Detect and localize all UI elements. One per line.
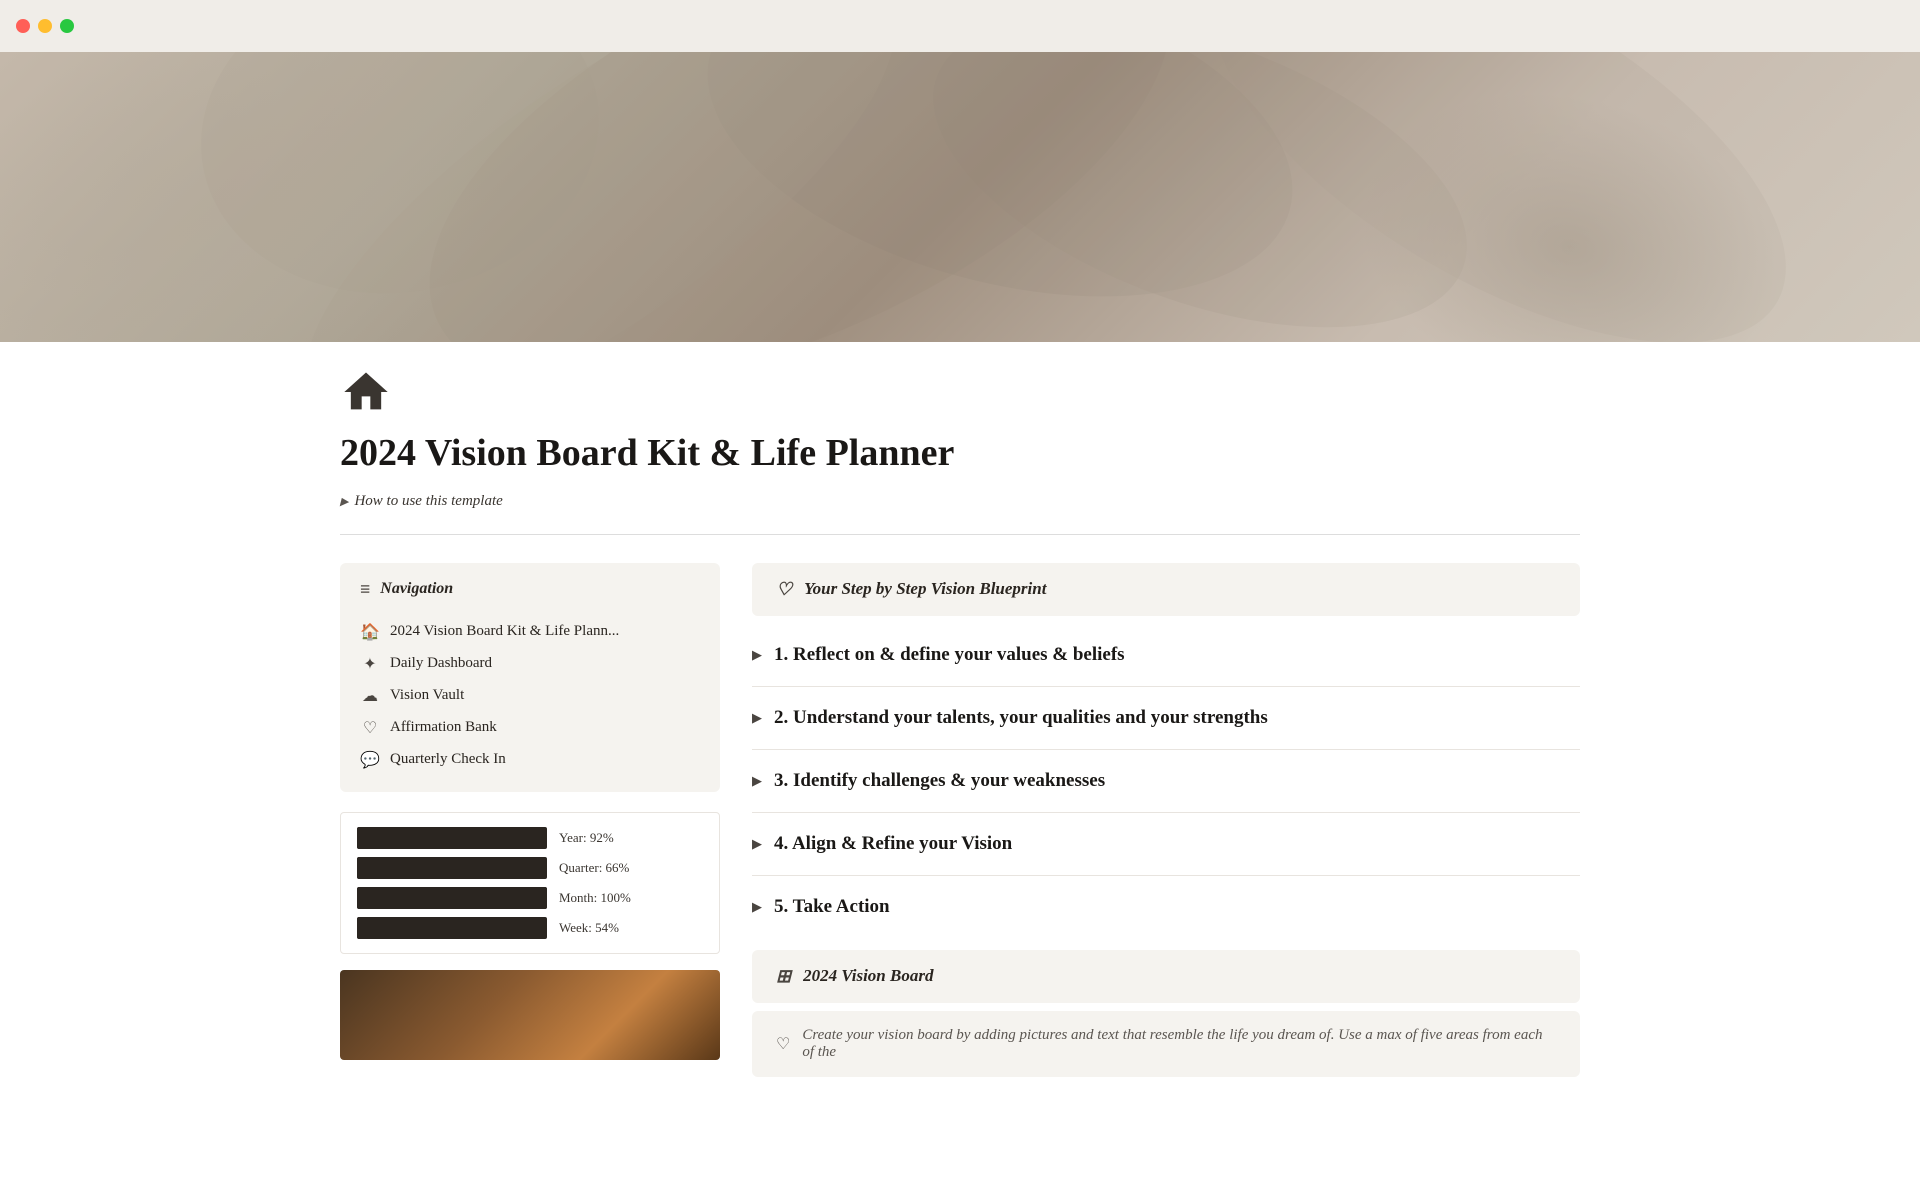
- home-icon: [340, 366, 392, 418]
- progress-row-year: Year: 92%: [357, 827, 703, 849]
- template-toggle-label: How to use this template: [354, 493, 502, 510]
- nav-affirmation-icon: ♡: [360, 718, 380, 738]
- blueprint-item-4[interactable]: ▶ 4. Align & Refine your Vision: [752, 813, 1580, 876]
- item-arrow-3: ▶: [752, 773, 762, 789]
- blueprint-item-label-4: 4. Align & Refine your Vision: [774, 833, 1012, 855]
- progress-row-month: Month: 100%: [357, 887, 703, 909]
- minimize-button[interactable]: [38, 19, 52, 33]
- nav-home-icon: 🏠: [360, 622, 380, 642]
- nav-menu-icon: ≡: [360, 579, 370, 600]
- blueprint-heart-icon: ♡: [776, 579, 792, 600]
- progress-row-week: Week: 54%: [357, 917, 703, 939]
- progress-fill-year: [357, 827, 532, 849]
- item-arrow-5: ▶: [752, 899, 762, 915]
- navigation-panel: ≡ Navigation 🏠 2024 Vision Board Kit & L…: [340, 563, 720, 792]
- page-title: 2024 Vision Board Kit & Life Planner: [340, 431, 1580, 477]
- nav-item-affirmation[interactable]: ♡ Affirmation Bank: [360, 712, 700, 744]
- blueprint-item-1[interactable]: ▶ 1. Reflect on & define your values & b…: [752, 624, 1580, 687]
- toggle-arrow: ▶: [340, 495, 348, 508]
- blueprint-item-3[interactable]: ▶ 3. Identify challenges & your weakness…: [752, 750, 1580, 813]
- nav-item-label-0: 2024 Vision Board Kit & Life Plann...: [390, 623, 619, 640]
- main-divider: [340, 534, 1580, 535]
- blueprint-item-label-1: 1. Reflect on & define your values & bel…: [774, 644, 1125, 666]
- item-arrow-1: ▶: [752, 647, 762, 663]
- blueprint-item-5[interactable]: ▶ 5. Take Action: [752, 876, 1580, 938]
- blueprint-header-text: Your Step by Step Vision Blueprint: [804, 579, 1046, 599]
- create-vision-card: ♡ Create your vision board by adding pic…: [752, 1011, 1580, 1077]
- progress-label-week: Week: 54%: [559, 920, 619, 936]
- nav-item-vault[interactable]: ☁ Vision Vault: [360, 680, 700, 712]
- blueprint-card-header: ♡ Your Step by Step Vision Blueprint: [776, 579, 1556, 600]
- nav-item-label-1: Daily Dashboard: [390, 655, 492, 672]
- vision-board-grid-icon: ⊞: [776, 966, 791, 987]
- two-column-layout: ≡ Navigation 🏠 2024 Vision Board Kit & L…: [340, 563, 1580, 1077]
- vision-board-card: ⊞ 2024 Vision Board: [752, 950, 1580, 1003]
- template-toggle[interactable]: ▶ How to use this template: [340, 493, 1580, 510]
- vision-board-title: 2024 Vision Board: [803, 966, 933, 986]
- progress-track-month: [357, 887, 547, 909]
- create-vision-icon: ♡: [776, 1034, 790, 1054]
- item-arrow-2: ▶: [752, 710, 762, 726]
- nav-item-daily[interactable]: ✦ Daily Dashboard: [360, 648, 700, 680]
- vision-board-header: ⊞ 2024 Vision Board: [776, 966, 1556, 987]
- nav-quarterly-icon: 💬: [360, 750, 380, 770]
- right-panel: ♡ Your Step by Step Vision Blueprint ▶ 1…: [752, 563, 1580, 1077]
- nav-item-quarterly[interactable]: 💬 Quarterly Check In: [360, 744, 700, 776]
- item-arrow-4: ▶: [752, 836, 762, 852]
- nav-daily-icon: ✦: [360, 654, 380, 674]
- create-vision-text: Create your vision board by adding pictu…: [802, 1027, 1556, 1061]
- progress-track-year: [357, 827, 547, 849]
- nav-header: ≡ Navigation: [360, 579, 700, 600]
- blueprint-item-label-5: 5. Take Action: [774, 896, 890, 918]
- progress-label-quarter: Quarter: 66%: [559, 860, 629, 876]
- progress-fill-quarter: [357, 857, 482, 879]
- nav-vault-icon: ☁: [360, 686, 380, 706]
- nav-item-label-3: Affirmation Bank: [390, 719, 497, 736]
- nav-item-label-4: Quarterly Check In: [390, 751, 506, 768]
- blueprint-item-label-2: 2. Understand your talents, your qualiti…: [774, 707, 1268, 729]
- blueprint-item-label-3: 3. Identify challenges & your weaknesses: [774, 770, 1105, 792]
- progress-label-year: Year: 92%: [559, 830, 614, 846]
- progress-track-week: [357, 917, 547, 939]
- create-vision-header: ♡ Create your vision board by adding pic…: [776, 1027, 1556, 1061]
- page-content: 2024 Vision Board Kit & Life Planner ▶ H…: [260, 342, 1660, 1077]
- nav-title: Navigation: [380, 580, 453, 598]
- progress-track-quarter: [357, 857, 547, 879]
- blueprint-item-2[interactable]: ▶ 2. Understand your talents, your quali…: [752, 687, 1580, 750]
- home-icon-area: [340, 342, 1580, 431]
- close-button[interactable]: [16, 19, 30, 33]
- progress-section: Year: 92% Quarter: 66% Month: 100%: [340, 812, 720, 954]
- progress-label-month: Month: 100%: [559, 890, 631, 906]
- bottom-thumbnail: [340, 970, 720, 1060]
- blueprint-card: ♡ Your Step by Step Vision Blueprint: [752, 563, 1580, 616]
- hero-banner: [0, 52, 1920, 342]
- progress-row-quarter: Quarter: 66%: [357, 857, 703, 879]
- progress-fill-week: [357, 917, 460, 939]
- maximize-button[interactable]: [60, 19, 74, 33]
- nav-item-label-2: Vision Vault: [390, 687, 464, 704]
- left-panel: ≡ Navigation 🏠 2024 Vision Board Kit & L…: [340, 563, 720, 1060]
- titlebar: [0, 0, 1920, 52]
- blueprint-items: ▶ 1. Reflect on & define your values & b…: [752, 624, 1580, 938]
- progress-fill-month: [357, 887, 547, 909]
- nav-item-home[interactable]: 🏠 2024 Vision Board Kit & Life Plann...: [360, 616, 700, 648]
